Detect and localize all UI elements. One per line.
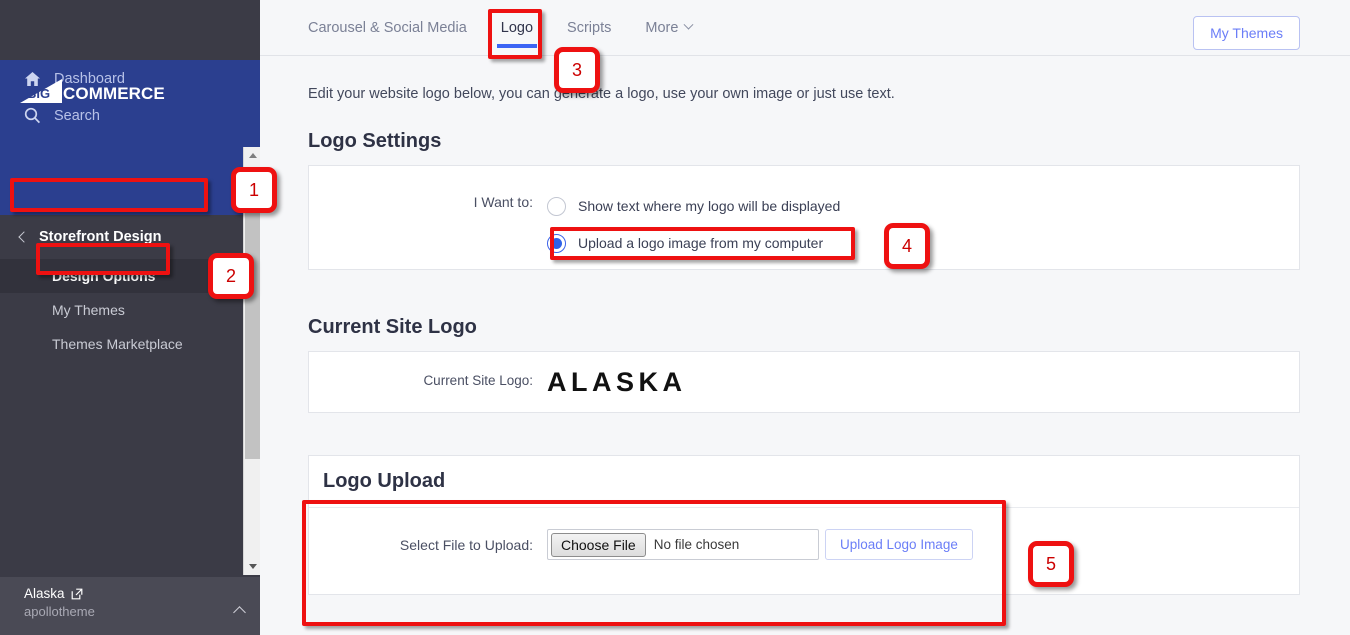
sidebar-header: BIG COMMERCE Dashboard Search (0, 60, 260, 215)
radio-button[interactable] (547, 233, 566, 253)
sidebar-item-my-themes[interactable]: My Themes (0, 293, 260, 327)
tab-label: Carousel & Social Media (308, 19, 467, 36)
tab-more[interactable]: More (645, 0, 694, 56)
tab-label: Logo (500, 19, 534, 36)
chevron-up-icon[interactable] (233, 606, 246, 619)
app-window: BIG COMMERCE Dashboard Search Storefront… (0, 0, 1350, 635)
select-file-label: Select File to Upload: (399, 537, 533, 553)
scroll-up-arrow-icon[interactable] (244, 147, 261, 164)
tab-bar: Carousel & Social Media Logo Scripts Mor… (260, 0, 1350, 56)
bigcommerce-mark-icon: BIG (18, 79, 64, 104)
logo-upload-row: Select File to Upload: Choose File No fi… (309, 508, 1299, 582)
sidebar-item-label: Search (54, 107, 100, 124)
radio-option-upload-logo[interactable]: Upload a logo image from my computer (547, 229, 840, 257)
current-logo-row: Current Site Logo: ALASKA (309, 352, 1299, 419)
bigcommerce-wordmark: COMMERCE (63, 84, 165, 103)
logo-upload-panel: Logo Upload Select File to Upload: Choos… (308, 455, 1300, 595)
sidebar-scrollbar[interactable] (243, 147, 261, 575)
store-account: apollotheme (24, 604, 95, 619)
sidebar: BIG COMMERCE Dashboard Search Storefront… (0, 0, 261, 635)
choose-file-button[interactable]: Choose File (551, 532, 646, 557)
sidebar-item-design-options[interactable]: Design Options (0, 259, 260, 293)
store-name-row: Alaska (24, 586, 95, 601)
sidebar-footer[interactable]: Alaska apollotheme (0, 577, 260, 635)
logo-upload-title: Logo Upload (309, 456, 1299, 508)
radio-label: Show text where my logo will be displaye… (578, 198, 841, 214)
page-intro-text: Edit your website logo below, you can ge… (308, 86, 895, 102)
current-site-logo-title: Current Site Logo (308, 316, 477, 338)
upload-logo-image-button[interactable]: Upload Logo Image (825, 529, 973, 560)
svg-text:BIG: BIG (27, 86, 50, 101)
current-site-logo-label: Current Site Logo: (423, 373, 533, 388)
store-info: Alaska apollotheme (24, 586, 95, 619)
bigcommerce-logo: BIG COMMERCE (18, 78, 165, 104)
file-upload-controls: Choose File No file chosen Upload Logo I… (547, 529, 973, 560)
radio-label: Upload a logo image from my computer (578, 235, 824, 251)
tab-scripts[interactable]: Scripts (567, 0, 611, 56)
file-status-text: No file chosen (653, 537, 740, 552)
external-link-icon[interactable] (71, 588, 83, 600)
scrollbar-thumb[interactable] (245, 169, 260, 459)
radio-option-show-text[interactable]: Show text where my logo will be displaye… (547, 192, 840, 220)
logo-settings-title: Logo Settings (308, 130, 442, 152)
chevron-left-icon (18, 231, 30, 243)
search-icon (24, 107, 41, 124)
radio-group: Show text where my logo will be displaye… (547, 192, 840, 257)
tab-logo[interactable]: Logo (496, 0, 538, 56)
sidebar-section-storefront-design[interactable]: Storefront Design (0, 215, 260, 259)
tab-label: More (645, 19, 679, 36)
radio-button[interactable] (547, 196, 566, 216)
file-input[interactable]: Choose File No file chosen (547, 529, 819, 560)
store-name: Alaska (24, 586, 65, 601)
scroll-down-arrow-icon[interactable] (244, 558, 261, 575)
my-themes-button[interactable]: My Themes (1193, 16, 1300, 50)
chevron-down-icon (683, 19, 694, 30)
tab-label: Scripts (567, 19, 612, 36)
i-want-to-label: I Want to: (473, 194, 533, 210)
sidebar-item-themes-marketplace[interactable]: Themes Marketplace (0, 327, 260, 361)
sidebar-section-label: Storefront Design (39, 229, 162, 245)
i-want-to-row: I Want to: Show text where my logo will … (309, 166, 1299, 279)
current-site-logo-panel: Current Site Logo: ALASKA (308, 351, 1300, 413)
logo-settings-panel: I Want to: Show text where my logo will … (308, 165, 1300, 270)
tab-carousel-social-media[interactable]: Carousel & Social Media (308, 0, 467, 56)
current-site-logo-value: ALASKA (547, 367, 687, 397)
main-content: Carousel & Social Media Logo Scripts Mor… (260, 0, 1350, 635)
